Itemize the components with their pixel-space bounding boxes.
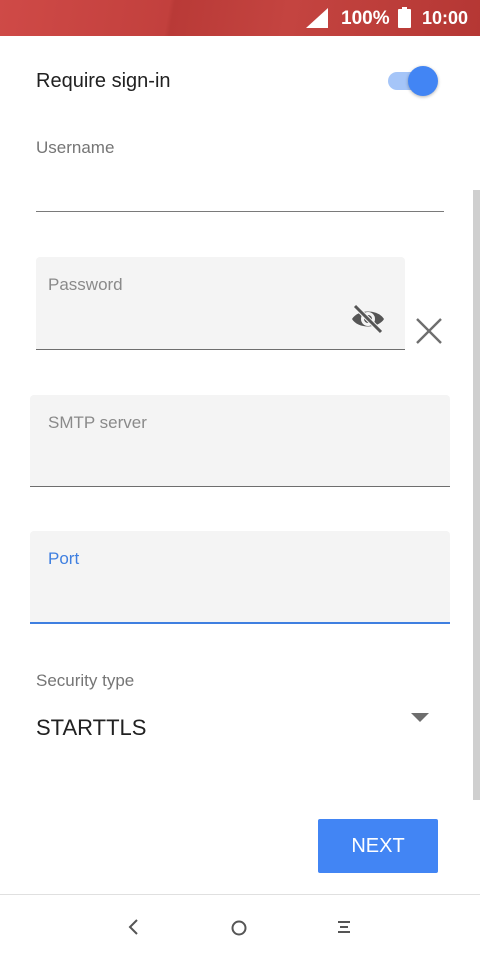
toggle-thumb xyxy=(408,66,438,96)
username-underline xyxy=(36,211,444,212)
port-underline xyxy=(30,622,450,624)
recents-icon[interactable] xyxy=(336,919,352,935)
security-type-label: Security type xyxy=(36,671,135,690)
port-field[interactable]: Port xyxy=(30,531,450,624)
status-bar: 100% 10:00 xyxy=(0,0,480,36)
username-label: Username xyxy=(36,138,115,157)
scrollbar[interactable] xyxy=(473,190,480,800)
back-icon[interactable] xyxy=(125,917,141,937)
smtp-server-field[interactable]: SMTP server xyxy=(30,395,450,487)
dropdown-arrow-icon[interactable] xyxy=(411,713,429,723)
visibility-off-icon[interactable] xyxy=(350,303,386,335)
battery-icon xyxy=(398,7,411,28)
signal-icon xyxy=(306,8,328,28)
password-underline xyxy=(36,349,405,350)
close-icon[interactable] xyxy=(414,316,444,346)
smtp-server-label: SMTP server xyxy=(48,413,147,432)
require-signin-label: Require sign-in xyxy=(36,70,171,92)
home-icon[interactable] xyxy=(230,919,248,937)
username-input[interactable] xyxy=(36,165,444,212)
navigation-bar xyxy=(0,894,480,960)
smtp-server-underline xyxy=(30,486,450,487)
battery-percent: 100% xyxy=(341,8,390,29)
port-label: Port xyxy=(48,549,80,568)
security-type-select[interactable]: STARTTLS xyxy=(36,715,146,741)
status-clock: 10:00 xyxy=(422,8,469,28)
require-signin-toggle[interactable] xyxy=(386,66,440,96)
next-button[interactable]: NEXT xyxy=(318,819,438,873)
password-label: Password xyxy=(48,275,123,294)
